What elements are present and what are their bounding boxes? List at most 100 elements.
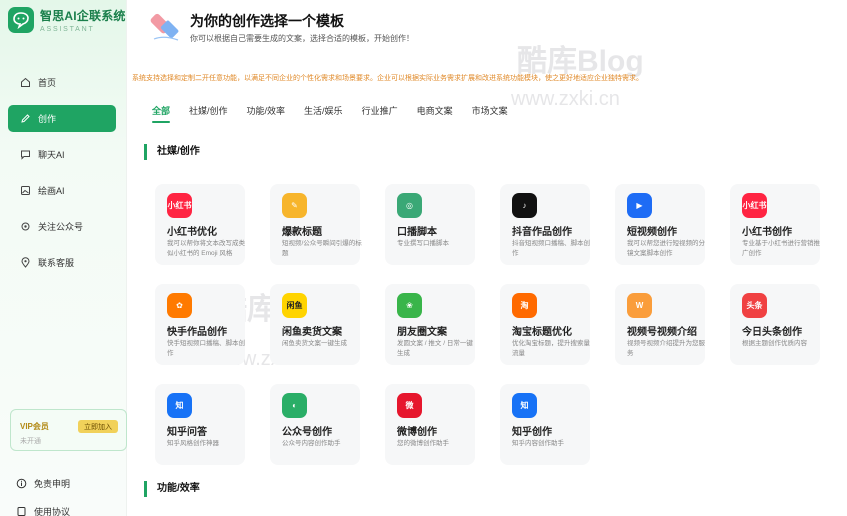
template-logo-icon: ◐ [282,393,307,418]
location-icon [20,257,31,268]
brand-subtitle: ASSISTANT [40,26,95,33]
template-logo-icon: ✿ [167,293,192,318]
template-title: 知乎问答 [167,427,207,438]
template-card[interactable]: ◎ 口播脚本专业撰写口播脚本 [385,184,475,265]
template-description: 您的微博创作助手 [397,440,449,447]
gear-icon [20,221,31,232]
tab-industry-promotion[interactable]: 行业推广 [362,104,398,117]
sidebar-item-support[interactable]: 联系客服 [8,249,116,276]
template-description: 优化淘宝标题，提升搜索量流量 [512,340,590,357]
vip-card[interactable]: VIP会员 未开通 立即加入 [10,409,127,451]
template-title: 今日头条创作 [742,327,802,338]
sidebar-item-label: 联系客服 [38,258,75,268]
sidebar-item-label: 关注公众号 [38,222,84,232]
template-description: 抖音短视频口播稿、脚本创作 [512,240,590,257]
template-title: 口播脚本 [397,227,437,238]
main-content: 为你的创作选择一个模板 你可以根据自己需要生成的文案，选择合适的模板，开始创作！… [127,0,847,516]
template-description: 专业撰写口播脚本 [397,240,449,247]
template-logo-icon: 头条 [742,293,767,318]
doc-icon [16,506,27,516]
template-card[interactable]: 头条 今日头条创作 根据主题创作优质内容 [730,284,820,365]
page-title: 为你的创作选择一个模板 [190,13,344,29]
disclaimer-link[interactable]: 免责申明 [16,477,70,490]
template-title: 公众号创作 [282,427,332,438]
template-description: 我可以帮您进行短视频的分镜文案脚本创作 [627,240,705,257]
tab-life-entertainment[interactable]: 生活/娱乐 [304,104,343,117]
template-title: 淘宝标题优化 [512,327,572,338]
template-card[interactable]: ▶ 短视频创作 我可以帮您进行短视频的分镜文案脚本创作 [615,184,705,265]
template-logo-icon: 小红书 [742,193,767,218]
vip-join-button[interactable]: 立即加入 [78,420,118,433]
template-title: 朋友圈文案 [397,327,447,338]
tab-function-efficiency[interactable]: 功能/效率 [247,104,286,117]
template-card[interactable]: ✎ 爆款标题 短视频/公众号瞬间引爆的标题 [270,184,362,265]
tab-market-copy[interactable]: 市场文案 [472,104,508,117]
template-description: 知乎内容创作助手 [512,440,564,447]
agreement-label: 使用协议 [34,507,71,516]
template-description: 公众号内容创作助手 [282,440,341,447]
watermark: www.zxki.cn [511,88,620,110]
brand[interactable]: 智思AI企联系统 ASSISTANT [8,7,126,33]
home-icon [20,77,31,88]
template-description: 短视频/公众号瞬间引爆的标题 [282,240,362,257]
sidebar-item-label: 聊天AI [38,150,65,160]
disclaimer-label: 免责申明 [34,479,71,489]
template-logo-icon: W [627,293,652,318]
template-title: 抖音作品创作 [512,227,572,238]
template-card[interactable]: 小红书小红书创作专业基于小红书进行营销推广创作 [730,184,820,265]
template-card[interactable]: 闲鱼 闲鱼卖货文案 闲鱼卖货文案一键生成 [270,284,360,365]
sidebar-item-label: 创作 [38,114,57,124]
template-card[interactable]: 淘淘宝标题优化优化淘宝标题，提升搜索量流量 [500,284,590,365]
template-logo-icon: 闲鱼 [282,293,307,318]
template-description: 知乎风格创作神器 [167,440,219,447]
sidebar-item-follow[interactable]: 关注公众号 [8,213,116,240]
template-card[interactable]: 知知乎问答 知乎风格创作神器 [155,384,245,465]
template-card[interactable]: W 视频号视频介绍 视频号视频介绍提升为您服务 [615,284,705,365]
vip-title: VIP会员 [20,422,49,431]
template-description: 闲鱼卖货文案一键生成 [282,340,347,347]
template-logo-icon: ♪ [512,193,537,218]
template-card[interactable]: ✿ 快手作品创作 快手短视频口播稿、脚本创作 [155,284,245,365]
template-logo-icon: ❀ [397,293,422,318]
info-icon [16,478,27,489]
notice-banner: 系统支持选择和定制二开任意功能，以满足不同企业的个性化需求和场景要求。企业可以根… [132,75,643,82]
template-title: 短视频创作 [627,227,677,238]
vip-status: 未开通 [20,438,41,445]
brand-name: 智思AI企联系统 [40,9,126,23]
template-card[interactable]: 知知乎创作知乎内容创作助手 [500,384,590,465]
image-icon [20,185,31,196]
template-logo-icon: 知 [512,393,537,418]
template-description: 发圆文案 / 推文 / 日常一键生成 [397,340,473,357]
template-logo-icon: 小红书 [167,193,192,218]
template-card[interactable]: 小红书小红书优化我可以帮你将文本改写成类似小红书的 Emoji 风格 [155,184,245,265]
sidebar-item-chat-ai[interactable]: 聊天AI [8,141,116,168]
brand-logo-icon [8,7,34,33]
template-title: 知乎创作 [512,427,552,438]
tab-social-creation[interactable]: 社媒/创作 [189,104,228,117]
template-title: 微博创作 [397,427,437,438]
template-card[interactable]: ◐ 公众号创作公众号内容创作助手 [270,384,360,465]
template-card[interactable]: ❀ 朋友圈文案发圆文案 / 推文 / 日常一键生成 [385,284,475,365]
template-title: 小红书创作 [742,227,792,238]
template-logo-icon: 淘 [512,293,537,318]
template-description: 视频号视频介绍提升为您服务 [627,340,705,357]
template-card[interactable]: ♪ 抖音作品创作抖音短视频口播稿、脚本创作 [500,184,590,265]
sidebar-item-draw-ai[interactable]: 绘画AI [8,177,116,204]
sidebar-item-home[interactable]: 首页 [8,69,116,96]
template-title: 快手作品创作 [167,327,227,338]
page-subtitle: 你可以根据自己需要生成的文案，选择合适的模板，开始创作！ [190,34,414,43]
sidebar-item-create[interactable]: 创作 [8,105,116,132]
agreement-link[interactable]: 使用协议 [16,505,70,516]
template-title: 小红书优化 [167,227,217,238]
template-logo-icon: ◎ [397,193,422,218]
sidebar: 智思AI企联系统 ASSISTANT 首页 创作 聊天AI 绘画AI 关注公众号… [0,0,127,516]
template-description: 我可以帮你将文本改写成类似小红书的 Emoji 风格 [167,240,245,257]
template-description: 专业基于小红书进行营销推广创作 [742,240,820,257]
template-logo-icon: 微 [397,393,422,418]
sidebar-item-label: 绘画AI [38,186,65,196]
template-card[interactable]: 微微博创作您的微博创作助手 [385,384,475,465]
section-title: 功能/效率 [144,481,200,497]
tab-all[interactable]: 全部 [152,104,171,123]
tab-ecommerce-copy[interactable]: 电商文案 [417,104,453,117]
sidebar-nav: 首页 创作 聊天AI 绘画AI 关注公众号 联系客服 [8,69,116,285]
